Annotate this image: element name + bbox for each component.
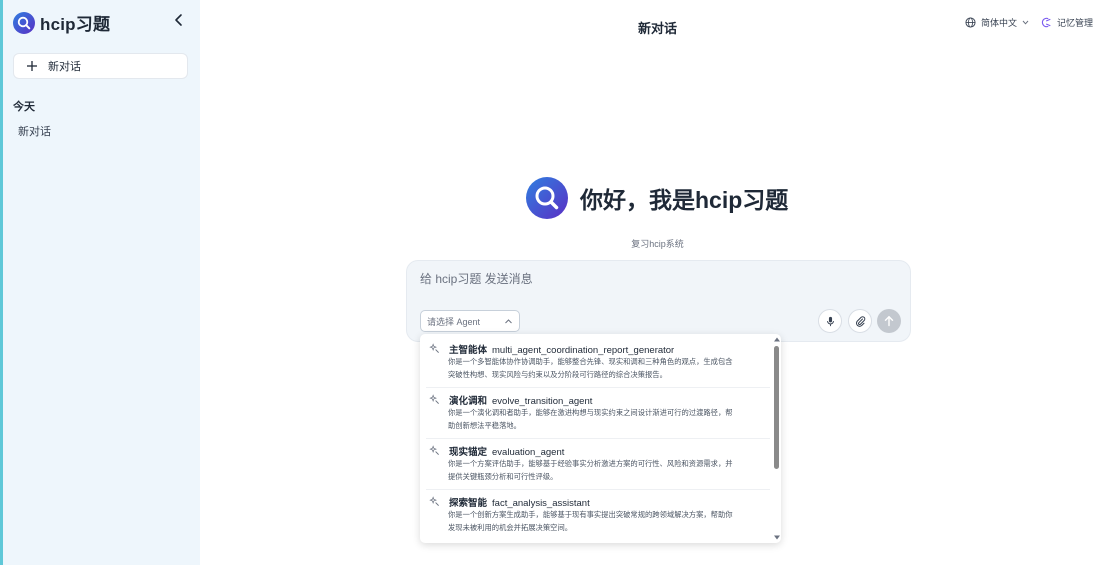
arrow-up-icon bbox=[884, 316, 894, 327]
history-item[interactable]: 新对话 bbox=[18, 123, 51, 139]
agent-option[interactable]: 现实锚定 evaluation_agent 你是一个方案评估助手，能够基于经验事实… bbox=[420, 436, 772, 488]
search-logo-icon bbox=[13, 11, 35, 34]
memory-label: 记忆管理 bbox=[1057, 18, 1094, 28]
language-selector[interactable]: 简体中文 bbox=[965, 16, 1029, 29]
sparkle-icon bbox=[429, 394, 439, 404]
scroll-down-arrow-icon[interactable] bbox=[773, 535, 781, 540]
agent-option[interactable]: 演化调和 evolve_transition_agent 你是一个演化调和者助手，… bbox=[420, 385, 772, 437]
search-logo-icon bbox=[526, 177, 568, 219]
memory-management-button[interactable]: 记忆管理 bbox=[1041, 16, 1093, 29]
chevron-left-icon[interactable] bbox=[171, 12, 187, 28]
message-composer: 请选择 Agent bbox=[406, 260, 911, 342]
message-input[interactable] bbox=[420, 269, 800, 289]
agent-dropdown: 主智能体 multi_agent_coordination_report_gene… bbox=[420, 334, 781, 543]
agent-select-placeholder: 请选择 Agent bbox=[427, 316, 481, 327]
send-button[interactable] bbox=[877, 309, 901, 333]
microphone-button[interactable] bbox=[818, 309, 842, 333]
scrollbar-thumb[interactable] bbox=[774, 346, 779, 469]
history-section-today: 今天 bbox=[13, 101, 35, 113]
agent-option-desc: 助创新想法平稳落地。 bbox=[448, 421, 521, 430]
brand[interactable]: hcip习题 bbox=[13, 10, 110, 35]
agent-option-desc: 你是一个演化调和者助手，能够在激进构想与现实约束之间设计渐进可行的过渡路径，帮 bbox=[448, 408, 733, 417]
agent-option-desc: 你是一个方案评估助手，能够基于经验事实分析激进方案的可行性、风险和资源需求，并 bbox=[448, 459, 733, 468]
agent-option[interactable]: 探索智能 fact_analysis_assistant 你是一个创新方案生成助手… bbox=[420, 487, 772, 541]
dropdown-scrollbar[interactable] bbox=[773, 334, 781, 543]
greeting: 你好，我是hcip习题 bbox=[580, 187, 789, 213]
hero-subtitle: 复习hcip系统 bbox=[631, 239, 684, 249]
memory-icon bbox=[1041, 17, 1051, 28]
sparkle-icon bbox=[429, 496, 439, 506]
globe-icon bbox=[965, 17, 976, 28]
sidebar: hcip习题 新对话 今天 新对话 bbox=[3, 0, 200, 565]
language-label: 简体中文 bbox=[981, 18, 1018, 28]
app-name: hcip习题 bbox=[40, 15, 111, 34]
agent-option-desc: 你是一个创新方案生成助手，能够基于现有事实提出突破常规的跨领域解决方案，帮助你 bbox=[448, 510, 733, 519]
chevron-down-icon bbox=[1022, 20, 1029, 25]
sparkle-icon bbox=[429, 445, 439, 455]
attach-button[interactable] bbox=[848, 309, 872, 333]
hero: 你好，我是hcip习题 bbox=[526, 177, 788, 219]
plus-icon bbox=[27, 61, 37, 71]
agent-option[interactable]: 主智能体 multi_agent_coordination_report_gene… bbox=[420, 334, 772, 386]
scroll-up-arrow-icon[interactable] bbox=[773, 337, 781, 342]
sparkle-icon bbox=[429, 343, 439, 353]
new-chat-label: 新对话 bbox=[48, 61, 81, 73]
new-chat-button[interactable]: 新对话 bbox=[13, 53, 188, 79]
microphone-icon bbox=[826, 316, 834, 326]
agent-option-desc: 发现未被利用的机会并拓展决策空间。 bbox=[448, 523, 573, 532]
agent-option-desc: 你是一个多智能体协作协调助手，能够整合先锋、现实和调和三种角色的观点，生成包含 bbox=[448, 357, 733, 366]
agent-select[interactable]: 请选择 Agent bbox=[420, 310, 520, 332]
paperclip-icon bbox=[855, 315, 865, 327]
agent-option-desc: 突破性构想、现实风险与约束以及分阶段可行路径的综合决策报告。 bbox=[448, 370, 667, 379]
agent-option-desc: 提供关键瓶颈分析和可行性评级。 bbox=[448, 472, 558, 481]
chevron-up-icon bbox=[505, 319, 512, 324]
